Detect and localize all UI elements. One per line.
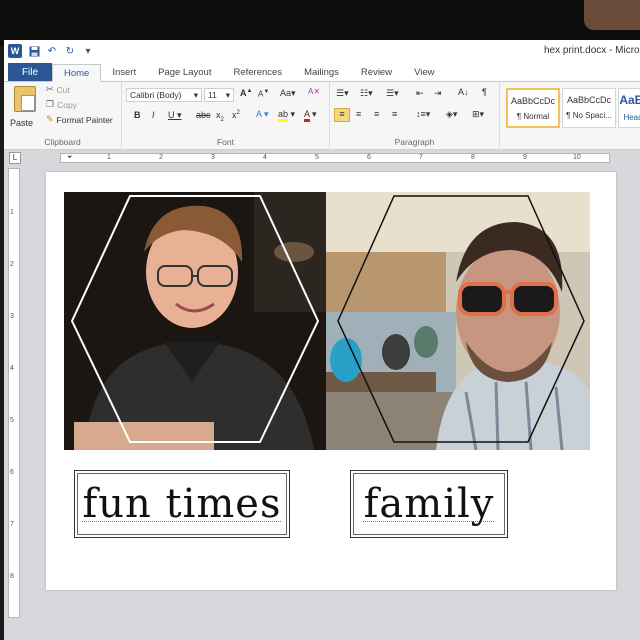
tab-mailings[interactable]: Mailings bbox=[293, 63, 350, 81]
highlight-icon[interactable]: ab ▾ bbox=[278, 109, 295, 122]
save-icon[interactable] bbox=[28, 45, 40, 57]
increase-indent-icon[interactable]: ⇥ bbox=[434, 88, 442, 99]
ribbon-tabs: File Home Insert Page Layout References … bbox=[4, 62, 640, 82]
ruler-number: 5 bbox=[315, 154, 319, 161]
ruler-number: 3 bbox=[211, 154, 215, 161]
align-center-icon[interactable]: ≡ bbox=[356, 109, 361, 119]
cut-button[interactable]: ✂ Cut bbox=[46, 84, 70, 95]
vruler-number: 6 bbox=[10, 469, 14, 476]
paragraph-group: ☰▾ ☷▾ ☰▾ ⇤ ⇥ A↓ ¶ ≡ ≡ ≡ ≡ ↕≡▾ ◈▾ ⊞▾ Para… bbox=[330, 82, 500, 150]
caption-text: family bbox=[363, 481, 495, 527]
line-spacing-icon[interactable]: ↕≡▾ bbox=[416, 109, 430, 120]
caption-box-family[interactable]: family bbox=[350, 470, 508, 538]
vruler-number: 8 bbox=[10, 573, 14, 580]
scissors-icon: ✂ bbox=[46, 84, 54, 94]
ruler-number: 10 bbox=[573, 154, 581, 161]
photo-boy[interactable] bbox=[64, 192, 326, 450]
align-right-icon[interactable]: ≡ bbox=[374, 109, 379, 119]
customize-toolbar-icon[interactable]: ▾ bbox=[82, 45, 94, 57]
ruler-number: 1 bbox=[107, 154, 111, 161]
caption-box-fun-times[interactable]: fun times bbox=[74, 470, 290, 538]
copy-icon: ❐ bbox=[46, 99, 55, 109]
ruler-indent-marker[interactable]: ⏷ bbox=[67, 154, 73, 162]
strikethrough-button[interactable]: abc bbox=[196, 110, 211, 120]
text-effects-icon[interactable]: A ▾ bbox=[256, 109, 269, 120]
clear-formatting-icon[interactable]: A✕ bbox=[308, 87, 320, 96]
caption-text: fun times bbox=[82, 481, 282, 527]
word-logo-icon[interactable]: W bbox=[8, 44, 22, 58]
tab-references[interactable]: References bbox=[222, 63, 293, 81]
vruler-number: 7 bbox=[10, 521, 14, 528]
chevron-down-icon: ▾ bbox=[193, 90, 198, 100]
underline-button[interactable]: U ▾ bbox=[168, 110, 182, 121]
caption-frame: family bbox=[353, 473, 505, 535]
show-marks-icon[interactable]: ¶ bbox=[482, 87, 487, 97]
redo-icon[interactable]: ↻ bbox=[64, 45, 76, 57]
grow-font-icon[interactable]: A▲ bbox=[240, 88, 252, 98]
borders-icon[interactable]: ⊞▾ bbox=[472, 109, 484, 120]
paste-button[interactable]: Paste bbox=[10, 118, 33, 128]
tab-page-layout[interactable]: Page Layout bbox=[147, 63, 222, 81]
align-left-icon[interactable]: ≡ bbox=[334, 108, 350, 122]
ruler-number: 9 bbox=[523, 154, 527, 161]
decrease-indent-icon[interactable]: ⇤ bbox=[416, 88, 424, 99]
multilevel-list-icon[interactable]: ☰▾ bbox=[386, 88, 399, 99]
ruler-strip[interactable]: ⏷ 1 2 3 4 5 6 7 8 9 10 bbox=[60, 153, 610, 163]
photo-man[interactable] bbox=[326, 192, 590, 450]
paragraph-group-label: Paragraph bbox=[394, 137, 435, 147]
document-page[interactable]: fun times family bbox=[46, 172, 616, 590]
shrink-font-icon[interactable]: A▼ bbox=[258, 89, 269, 99]
subscript-button[interactable]: x2 bbox=[216, 110, 224, 123]
ruler-number: 2 bbox=[159, 154, 163, 161]
font-group-label: Font bbox=[216, 137, 234, 147]
tab-insert[interactable]: Insert bbox=[101, 63, 147, 81]
sort-icon[interactable]: A↓ bbox=[458, 87, 469, 97]
clipboard-group: Paste ✂ Cut ❐ Copy ✎ Format Painter Clipboa… bbox=[4, 82, 122, 150]
style-heading[interactable]: AaBl Head bbox=[618, 88, 640, 128]
font-size-select[interactable]: 11 ▾ bbox=[204, 88, 234, 102]
numbering-icon[interactable]: ☷▾ bbox=[360, 88, 373, 99]
shading-icon[interactable]: ◈▾ bbox=[446, 109, 457, 120]
ruler-number: 6 bbox=[367, 154, 371, 161]
font-group: Calibri (Body) ▾ 11 ▾ A▲ A▼ Aa▾ A✕ B I U ▾… bbox=[122, 82, 330, 150]
vruler-number: 2 bbox=[10, 261, 14, 268]
bullets-icon[interactable]: ☰▾ bbox=[336, 88, 349, 99]
undo-icon[interactable]: ↶ bbox=[46, 45, 58, 57]
clipboard-group-label: Clipboard bbox=[44, 137, 81, 147]
ruler-number: 7 bbox=[419, 154, 423, 161]
tab-review[interactable]: Review bbox=[350, 63, 403, 81]
style-no-spacing[interactable]: AaBbCcDc ¶ No Spaci... bbox=[562, 88, 616, 128]
vruler-number: 4 bbox=[10, 365, 14, 372]
word-window: W ↶ ↻ ▾ hex print.docx - Micro File Home… bbox=[4, 40, 640, 640]
document-title: hex print.docx - Micro bbox=[544, 45, 640, 56]
tab-selector[interactable]: L bbox=[9, 152, 21, 164]
background-object bbox=[584, 0, 640, 30]
bold-button[interactable]: B bbox=[134, 110, 141, 120]
vruler-number: 5 bbox=[10, 417, 14, 424]
ribbon: Paste ✂ Cut ❐ Copy ✎ Format Painter Clipboa… bbox=[4, 82, 640, 150]
vertical-ruler[interactable]: 1 2 3 4 5 6 7 8 bbox=[8, 168, 20, 618]
justify-icon[interactable]: ≡ bbox=[392, 109, 397, 119]
italic-button[interactable]: I bbox=[152, 110, 155, 120]
tab-view[interactable]: View bbox=[403, 63, 445, 81]
format-painter-button[interactable]: ✎ Format Painter bbox=[46, 114, 113, 125]
tab-home[interactable]: Home bbox=[52, 64, 102, 82]
ruler-number: 8 bbox=[471, 154, 475, 161]
font-name-select[interactable]: Calibri (Body) ▾ bbox=[126, 88, 202, 102]
caption-frame: fun times bbox=[77, 473, 287, 535]
copy-button[interactable]: ❐ Copy bbox=[46, 99, 77, 110]
vruler-number: 1 bbox=[10, 209, 14, 216]
tab-file[interactable]: File bbox=[8, 63, 52, 81]
superscript-button[interactable]: x2 bbox=[232, 110, 240, 120]
brush-icon: ✎ bbox=[46, 114, 54, 124]
change-case-icon[interactable]: Aa▾ bbox=[280, 88, 296, 99]
style-normal[interactable]: AaBbCcDc ¶ Normal bbox=[506, 88, 560, 128]
vruler-number: 3 bbox=[10, 313, 14, 320]
ruler-number: 4 bbox=[263, 154, 267, 161]
horizontal-ruler: L ⏷ 1 2 3 4 5 6 7 8 9 10 bbox=[4, 150, 640, 166]
chevron-down-icon: ▾ bbox=[225, 90, 230, 100]
title-bar: W ↶ ↻ ▾ hex print.docx - Micro bbox=[4, 40, 640, 62]
paste-icon[interactable] bbox=[14, 86, 36, 112]
font-color-icon[interactable]: A ▾ bbox=[304, 109, 317, 122]
